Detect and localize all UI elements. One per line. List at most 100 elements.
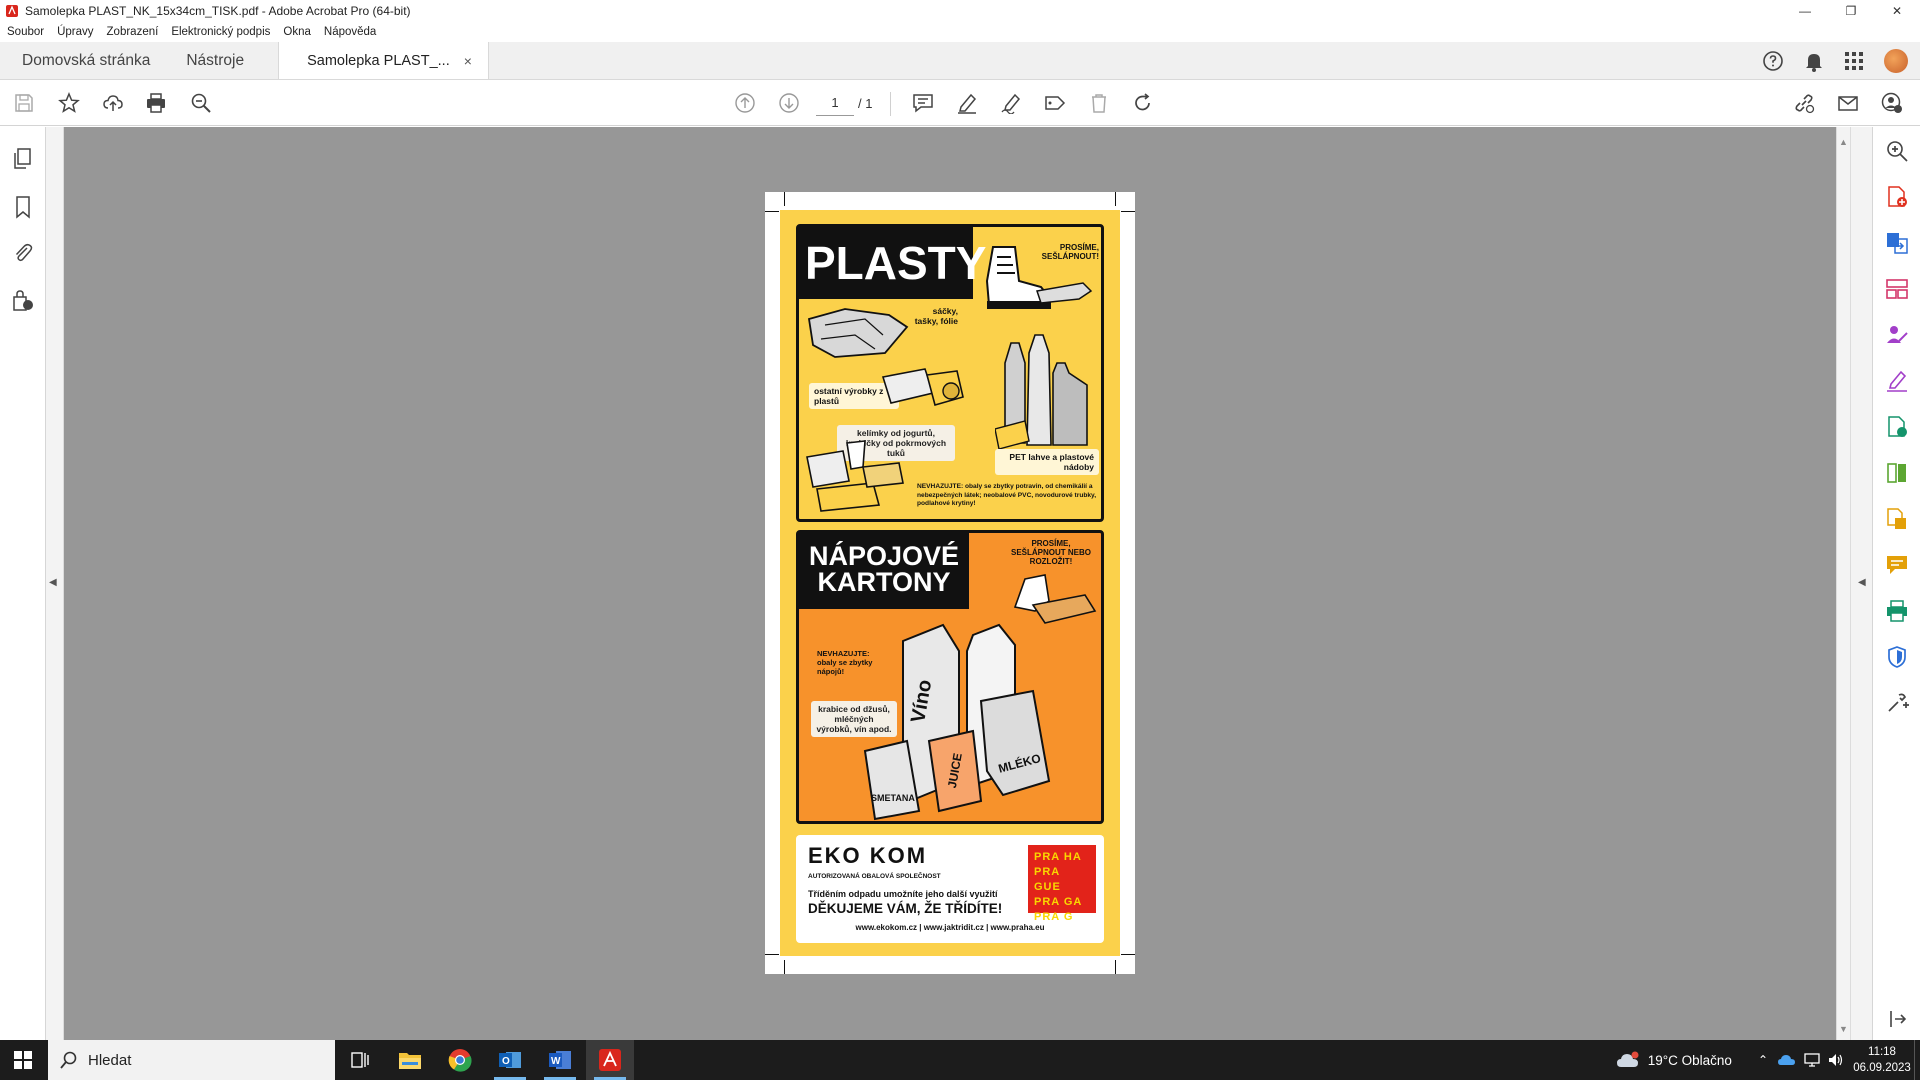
- delete-icon[interactable]: [1087, 91, 1111, 115]
- tab-home[interactable]: Domovská stránka: [0, 42, 172, 79]
- collapse-tools-pane-icon[interactable]: [1885, 1007, 1909, 1031]
- security-lock-icon[interactable]: [11, 289, 35, 313]
- volume-icon[interactable]: [1828, 1053, 1844, 1067]
- close-window-button[interactable]: ✕: [1874, 0, 1920, 22]
- praha-logo-line: PRA GUE: [1034, 866, 1061, 893]
- tab-close-icon[interactable]: ×: [464, 53, 472, 69]
- page-number-input[interactable]: 1: [816, 90, 854, 116]
- clock[interactable]: 11:18 06.09.2023: [1850, 1044, 1914, 1076]
- plastics-title: PLASTY: [799, 227, 986, 299]
- apps-grid-icon[interactable]: [1844, 51, 1864, 71]
- menu-help[interactable]: Nápověda: [324, 26, 376, 38]
- beverage-cartons-illustration: Víno SMETANA JUICE MLÉKO: [863, 623, 1051, 821]
- right-tools-pane: [1872, 127, 1920, 1040]
- show-desktop-button[interactable]: [1914, 1040, 1920, 1080]
- plastics-warning: NEVHAZUJTE: obaly se zbytky potravin, od…: [917, 483, 1097, 507]
- windows-logo-icon: [14, 1051, 32, 1069]
- onedrive-icon[interactable]: [1778, 1054, 1796, 1066]
- praha-logo: PRA HA PRA GUE PRA GA PRA G: [1028, 845, 1096, 923]
- request-signatures-icon[interactable]: [1885, 323, 1909, 347]
- cartons-title-line2: KARTONY: [817, 567, 951, 597]
- plastic-products-illustration: [881, 368, 964, 406]
- plastics-panel: PLASTY PROSÍME, SEŠLÁPNOUT! sáčky, tašky…: [796, 224, 1104, 522]
- comment-icon[interactable]: [911, 91, 935, 115]
- create-pdf-icon[interactable]: [1885, 185, 1909, 209]
- cartons-stamp: PROSÍME, SEŠLÁPNOUT NEBO ROZLOŽIT!: [1010, 539, 1091, 566]
- menu-window[interactable]: Okna: [283, 26, 311, 38]
- tab-document-label: Samolepka PLAST_...: [307, 52, 450, 69]
- maximize-button[interactable]: ❐: [1828, 0, 1874, 22]
- share-link-icon[interactable]: [1792, 91, 1816, 115]
- zoom-in-icon[interactable]: [1885, 139, 1909, 163]
- menu-e-sign[interactable]: Elektronický podpis: [171, 26, 270, 38]
- chrome-icon[interactable]: [436, 1040, 484, 1080]
- combine-files-icon[interactable]: [1885, 507, 1909, 531]
- email-icon[interactable]: [1836, 91, 1860, 115]
- share-user-icon[interactable]: [1880, 91, 1904, 115]
- organize-pages-icon[interactable]: [1885, 277, 1909, 301]
- weather-cloud-icon[interactable]: [1616, 1051, 1640, 1069]
- tray-overflow-chevron-icon[interactable]: ⌃: [1758, 1053, 1768, 1067]
- next-page-icon[interactable]: [777, 91, 801, 115]
- export-pdf-icon[interactable]: [1885, 231, 1909, 255]
- comment-tool-icon[interactable]: [1885, 553, 1909, 577]
- ekokom-panel: EKO KOM AUTORIZOVANÁ OBALOVÁ SPOLEČNOST …: [796, 835, 1104, 943]
- shoe-crushing-bottle-illustration: [985, 246, 1093, 309]
- fill-and-sign-icon[interactable]: [1885, 369, 1909, 393]
- taskbar-search-box[interactable]: Hledat: [48, 1040, 335, 1080]
- main-toolbar: 1 / 1: [0, 80, 1920, 126]
- draw-sign-icon[interactable]: [999, 91, 1023, 115]
- highlight-pen-icon[interactable]: [955, 91, 979, 115]
- ekokom-message: Tříděním odpadu umožníte jeho další využ…: [808, 889, 998, 899]
- bell-icon[interactable]: [1804, 50, 1824, 72]
- rotate-icon[interactable]: [1131, 91, 1155, 115]
- vertical-scrollbar[interactable]: ▲ ▼: [1836, 127, 1850, 1040]
- ekokom-thanks: DĚKUJEME VÁM, ŽE TŘÍDÍTE!: [808, 901, 1003, 916]
- print-icon[interactable]: [144, 91, 168, 115]
- pet-bottles-illustration: [995, 334, 1088, 450]
- file-explorer-icon[interactable]: [386, 1040, 434, 1080]
- help-icon[interactable]: [1762, 50, 1784, 72]
- compare-files-icon[interactable]: [1885, 461, 1909, 485]
- tab-bar: Domovská stránka Nástroje Samolepka PLAS…: [0, 42, 1920, 80]
- collapse-right-pane-icon[interactable]: ◀: [1858, 577, 1866, 588]
- previous-page-icon[interactable]: [733, 91, 757, 115]
- start-button[interactable]: [0, 1040, 46, 1080]
- edit-pdf-icon[interactable]: [1885, 415, 1909, 439]
- more-tools-icon[interactable]: [1885, 691, 1909, 715]
- tab-document[interactable]: Samolepka PLAST_... ×: [278, 42, 489, 79]
- minimize-button[interactable]: —: [1782, 0, 1828, 22]
- outlook-icon[interactable]: O: [486, 1040, 534, 1080]
- page-total: / 1: [858, 95, 873, 111]
- acrobat-taskbar-icon[interactable]: [586, 1040, 634, 1080]
- task-view-icon[interactable]: [336, 1040, 384, 1080]
- menu-edit[interactable]: Úpravy: [57, 26, 93, 38]
- network-icon[interactable]: [1804, 1053, 1820, 1067]
- save-icon[interactable]: [12, 91, 36, 115]
- stamp-tag-icon[interactable]: [1043, 91, 1067, 115]
- protect-shield-icon[interactable]: [1885, 645, 1909, 669]
- weather-text[interactable]: 19°C Oblačno: [1648, 1053, 1732, 1068]
- bookmark-icon[interactable]: [11, 195, 35, 219]
- word-icon[interactable]: W: [536, 1040, 584, 1080]
- shoe-crushing-carton-illustration: [1013, 574, 1097, 624]
- cloud-upload-icon[interactable]: [101, 91, 125, 115]
- zoom-out-icon[interactable]: [189, 91, 213, 115]
- page-thumbnails-icon[interactable]: [11, 147, 35, 171]
- toolbar-divider: [890, 92, 891, 116]
- menu-file[interactable]: Soubor: [7, 26, 44, 38]
- window-title: Samolepka PLAST_NK_15x34cm_TISK.pdf - Ad…: [25, 4, 411, 18]
- scroll-up-arrow-icon[interactable]: ▲: [1839, 137, 1848, 147]
- user-avatar[interactable]: [1884, 49, 1908, 73]
- title-bar: Samolepka PLAST_NK_15x34cm_TISK.pdf - Ad…: [0, 0, 1920, 22]
- scroll-down-arrow-icon[interactable]: ▼: [1839, 1024, 1848, 1034]
- tab-tools[interactable]: Nástroje: [172, 42, 266, 79]
- print-production-icon[interactable]: [1885, 599, 1909, 623]
- star-icon[interactable]: [57, 91, 81, 115]
- attachment-icon[interactable]: [11, 241, 35, 265]
- menu-view[interactable]: Zobrazení: [107, 26, 159, 38]
- plastic-bags-illustration: [807, 308, 909, 358]
- windows-taskbar: Hledat O W 19°C Oblačno ⌃ 11:18 06.09.20…: [0, 1040, 1920, 1080]
- expand-left-pane-icon[interactable]: ◀: [49, 577, 57, 588]
- system-tray: 19°C Oblačno ⌃ 11:18 06.09.2023: [1616, 1040, 1920, 1080]
